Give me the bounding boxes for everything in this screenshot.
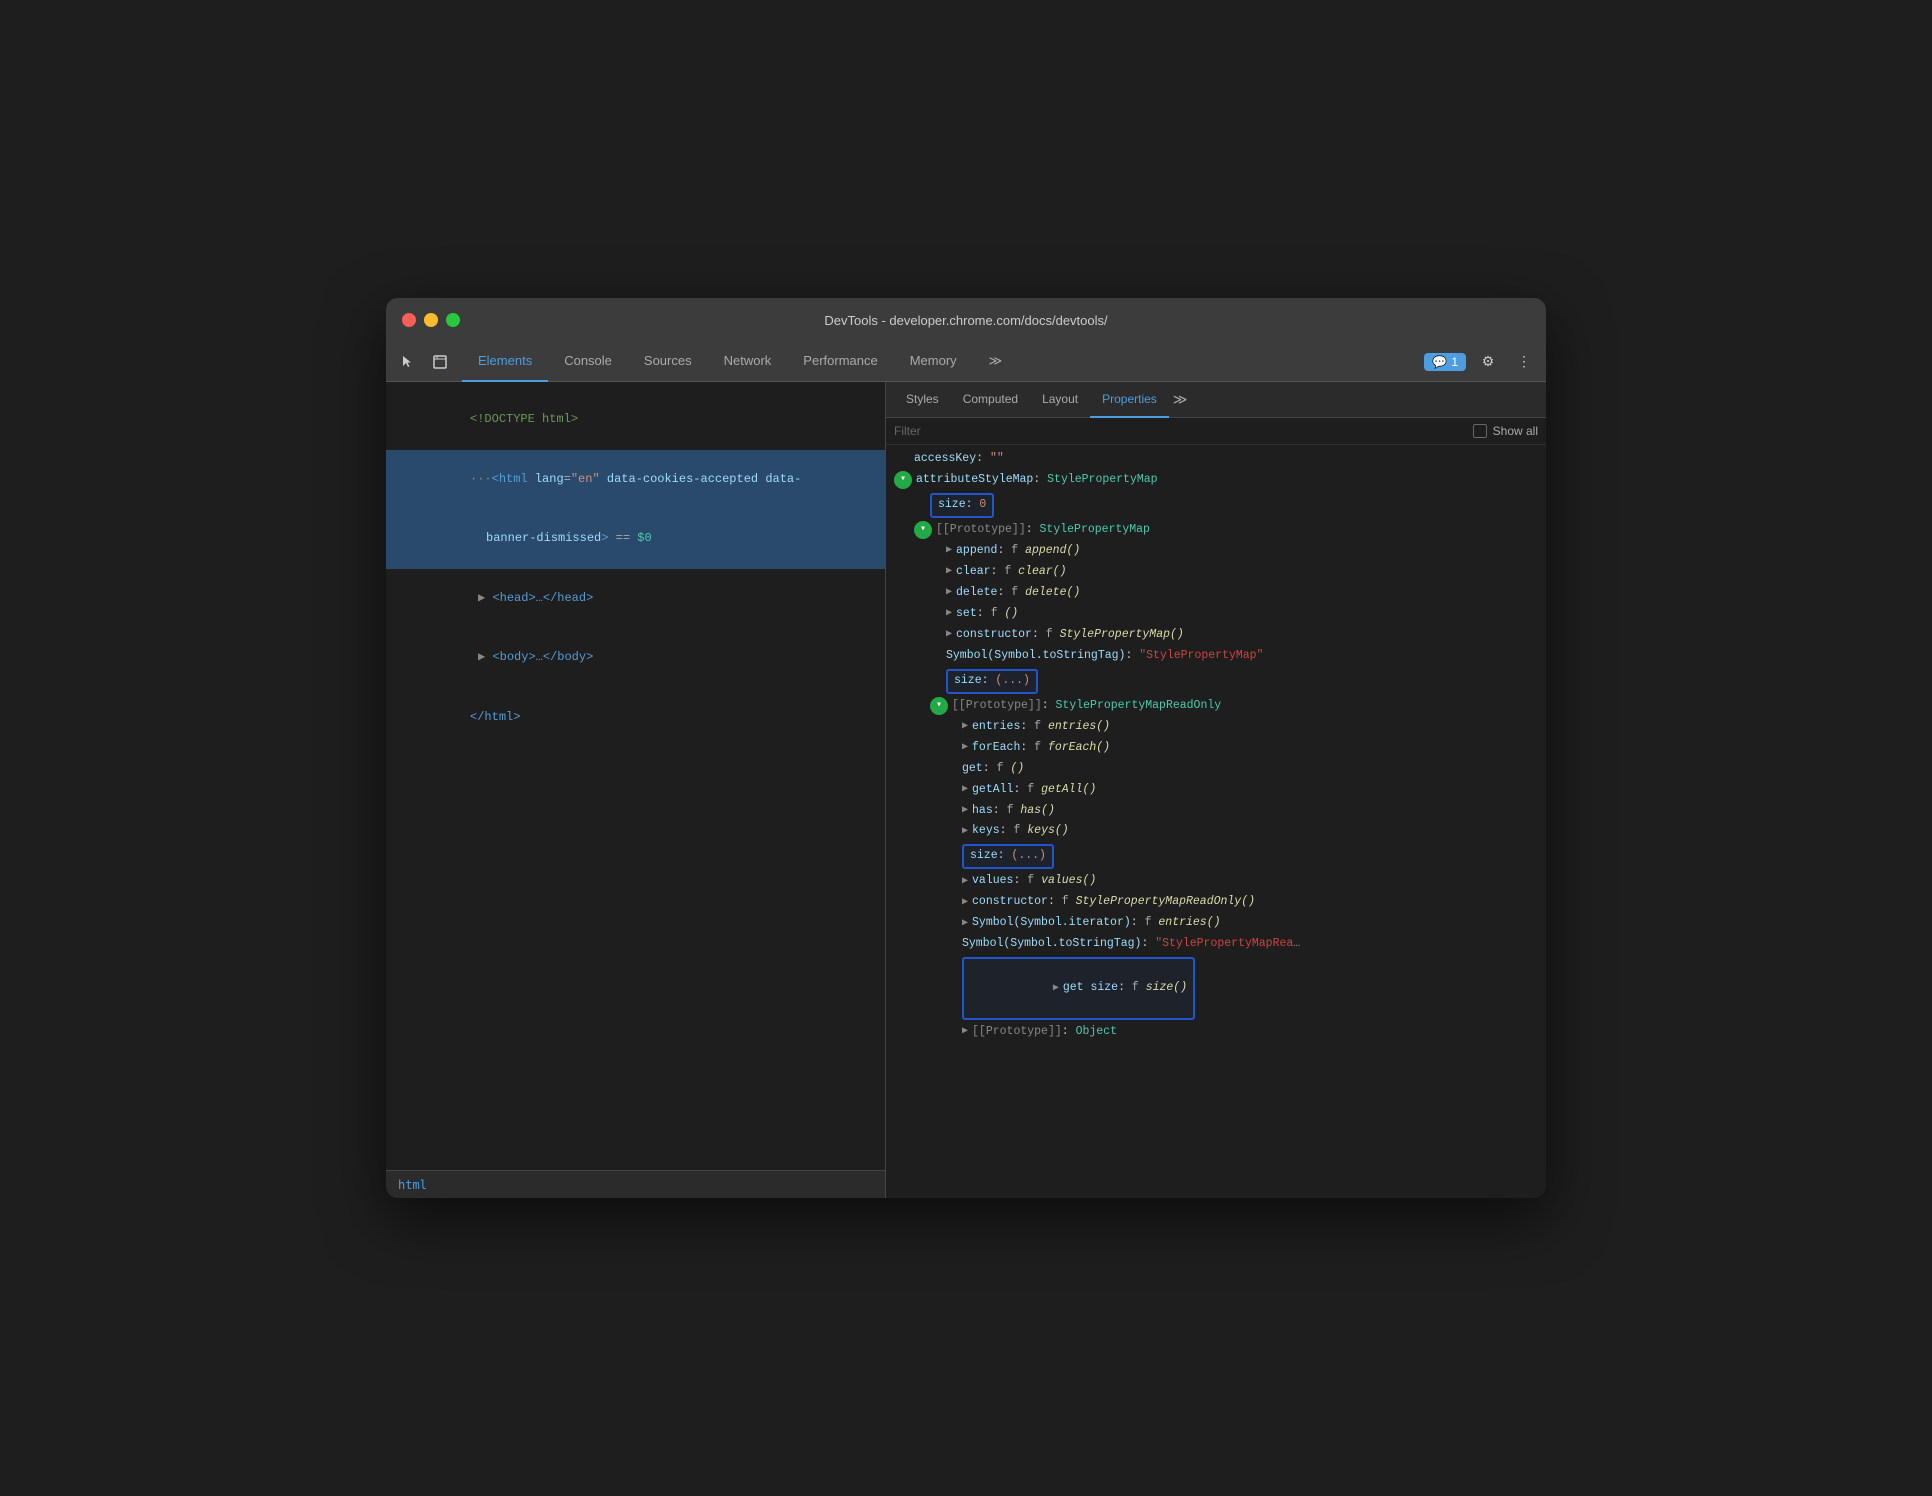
prop-proto-object[interactable]: ▶[[Prototype]]: Object — [886, 1022, 1546, 1043]
toolbar-icons — [394, 348, 454, 376]
tab-computed[interactable]: Computed — [951, 382, 1030, 418]
prop-set[interactable]: ▶set: f () — [886, 604, 1546, 625]
filter-input[interactable] — [894, 424, 1465, 438]
tab-more[interactable]: ≫ — [973, 342, 1019, 382]
expand-proto-stylemapro-icon[interactable]: ▾ — [930, 697, 948, 715]
close-button[interactable] — [402, 313, 416, 327]
dom-body[interactable]: ▶ <body>…</body> — [386, 628, 885, 688]
tab-elements[interactable]: Elements — [462, 342, 548, 382]
dom-head[interactable]: ▶ <head>…</head> — [386, 569, 885, 629]
toolbar-right: 💬 1 ⚙ ⋮ — [1424, 348, 1538, 376]
tab-styles[interactable]: Styles — [894, 382, 951, 418]
prop-size-dots-2: size: (...) — [886, 842, 1546, 871]
show-all-checkbox[interactable] — [1473, 424, 1487, 438]
tab-properties[interactable]: Properties — [1090, 382, 1169, 418]
dom-breadcrumb: html — [386, 1170, 885, 1198]
filter-bar: Show all — [886, 418, 1546, 445]
prop-get-size[interactable]: ▶get size: f size() — [886, 955, 1546, 1022]
tab-layout[interactable]: Layout — [1030, 382, 1090, 418]
prop-entries[interactable]: ▶entries: f entries() — [886, 717, 1546, 738]
settings-icon[interactable]: ⚙ — [1474, 348, 1502, 376]
right-tabs-more[interactable]: ≫ — [1173, 391, 1188, 408]
prop-size-0: size: 0 — [886, 491, 1546, 520]
prop-foreach[interactable]: ▶forEach: f forEach() — [886, 738, 1546, 759]
prop-accesskey: accessKey: "" — [886, 449, 1546, 470]
expand-attributestylemap-icon[interactable]: ▾ — [894, 471, 912, 489]
tab-memory[interactable]: Memory — [894, 342, 973, 382]
devtools-window: DevTools - developer.chrome.com/docs/dev… — [386, 298, 1546, 1198]
minimize-button[interactable] — [424, 313, 438, 327]
prop-append[interactable]: ▶append: f append() — [886, 541, 1546, 562]
dom-html-cont: banner-dismissed> == $0 — [386, 509, 885, 569]
prop-attributestylemap[interactable]: ▾attributeStyleMap: StylePropertyMap — [886, 470, 1546, 491]
dom-html-open[interactable]: ···<html lang="en" data-cookies-accepted… — [386, 450, 885, 510]
main-content: <!DOCTYPE html> ···<html lang="en" data-… — [386, 382, 1546, 1198]
right-panel: Styles Computed Layout Properties ≫ — [886, 382, 1546, 1198]
properties-content[interactable]: accessKey: "" ▾attributeStyleMap: StyleP… — [886, 445, 1546, 1198]
prop-symbol-tostring-1: Symbol(Symbol.toStringTag): "StyleProper… — [886, 646, 1546, 667]
titlebar: DevTools - developer.chrome.com/docs/dev… — [386, 298, 1546, 342]
prop-symbol-tostring-2: Symbol(Symbol.toStringTag): "StyleProper… — [886, 934, 1546, 955]
prop-clear[interactable]: ▶clear: f clear() — [886, 562, 1546, 583]
dom-tree[interactable]: <!DOCTYPE html> ···<html lang="en" data-… — [386, 382, 885, 1170]
dom-html-close: </html> — [386, 688, 885, 748]
notification-badge[interactable]: 💬 1 — [1424, 353, 1466, 371]
prop-proto-stylemapreadonly[interactable]: ▾[[Prototype]]: StylePropertyMapReadOnly — [886, 696, 1546, 717]
prop-proto-stylemap[interactable]: ▾[[Prototype]]: StylePropertyMap — [886, 520, 1546, 541]
prop-constructor-stylemap[interactable]: ▶constructor: f StylePropertyMap() — [886, 625, 1546, 646]
prop-size-dots-1: size: (...) — [886, 667, 1546, 696]
show-all-label[interactable]: Show all — [1473, 424, 1538, 438]
dom-doctype: <!DOCTYPE html> — [386, 390, 885, 450]
inspect-icon[interactable] — [426, 348, 454, 376]
prop-values[interactable]: ▶values: f values() — [886, 871, 1546, 892]
prop-getall[interactable]: ▶getAll: f getAll() — [886, 780, 1546, 801]
expand-proto-stylemap-icon[interactable]: ▾ — [914, 521, 932, 539]
tab-console[interactable]: Console — [548, 342, 628, 382]
more-options-icon[interactable]: ⋮ — [1510, 348, 1538, 376]
dom-panel: <!DOCTYPE html> ···<html lang="en" data-… — [386, 382, 886, 1198]
breadcrumb-html[interactable]: html — [398, 1178, 427, 1192]
window-title: DevTools - developer.chrome.com/docs/dev… — [824, 313, 1107, 328]
prop-symbol-iterator[interactable]: ▶Symbol(Symbol.iterator): f entries() — [886, 913, 1546, 934]
right-panel-tabs: Styles Computed Layout Properties ≫ — [886, 382, 1546, 418]
tab-network[interactable]: Network — [708, 342, 788, 382]
traffic-lights — [402, 313, 460, 327]
maximize-button[interactable] — [446, 313, 460, 327]
prop-has[interactable]: ▶has: f has() — [886, 801, 1546, 822]
main-tabs: Elements Console Sources Network Perform… — [462, 342, 1018, 382]
prop-keys[interactable]: ▶keys: f keys() — [886, 821, 1546, 842]
prop-delete[interactable]: ▶delete: f delete() — [886, 583, 1546, 604]
tab-sources[interactable]: Sources — [628, 342, 708, 382]
tab-performance[interactable]: Performance — [787, 342, 893, 382]
prop-constructor-stylemapro[interactable]: ▶constructor: f StylePropertyMapReadOnly… — [886, 892, 1546, 913]
prop-get: get: f () — [886, 759, 1546, 780]
cursor-icon[interactable] — [394, 348, 422, 376]
main-toolbar: Elements Console Sources Network Perform… — [386, 342, 1546, 382]
